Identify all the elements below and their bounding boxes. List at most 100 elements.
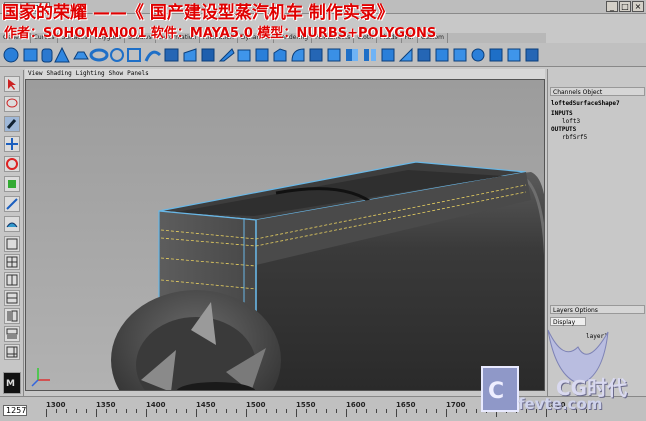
- time-tick-mark: [276, 409, 277, 413]
- torus-icon[interactable]: [89, 48, 109, 62]
- time-tick-mark: [76, 409, 77, 413]
- trim-icon[interactable]: [309, 48, 323, 62]
- time-tick-mark: [376, 409, 377, 413]
- sphere-icon[interactable]: [3, 47, 19, 63]
- hypershade-icon[interactable]: [525, 48, 539, 62]
- time-tick-label: 1700: [446, 401, 466, 409]
- revolve-icon[interactable]: [144, 50, 162, 62]
- rotate-tool-icon[interactable]: [4, 156, 20, 172]
- paint-select-tool-icon[interactable]: [4, 116, 20, 132]
- lasso-tool-icon[interactable]: [4, 96, 20, 112]
- loft-icon[interactable]: [164, 48, 179, 62]
- rebuild-icon[interactable]: [417, 48, 431, 62]
- time-tick-mark: [166, 409, 167, 413]
- layout-single-icon[interactable]: [4, 236, 20, 252]
- time-tick-mark: [386, 409, 387, 413]
- time-tick-mark: [246, 409, 247, 417]
- maximize-button[interactable]: □: [619, 1, 631, 12]
- cylinder-icon[interactable]: [41, 48, 53, 63]
- time-tick-mark: [126, 409, 127, 413]
- layout-stack-icon[interactable]: [4, 290, 20, 306]
- time-tick-mark: [176, 409, 177, 413]
- input-node[interactable]: loft3: [562, 118, 580, 125]
- window-buttons: _ □ ×: [606, 1, 644, 12]
- reverse-icon[interactable]: [435, 48, 449, 62]
- close-button[interactable]: ×: [632, 1, 644, 12]
- boundary-icon[interactable]: [237, 49, 251, 62]
- attach-icon[interactable]: [346, 49, 358, 61]
- time-tick-mark: [206, 409, 207, 413]
- bevel-icon[interactable]: [273, 48, 287, 62]
- time-tick-mark: [236, 409, 237, 413]
- time-tick-mark: [96, 409, 97, 417]
- time-tick-mark: [446, 409, 447, 417]
- layers-display-dropdown[interactable]: Display: [550, 317, 586, 326]
- time-tick-label: 1500: [246, 401, 266, 409]
- detach-icon[interactable]: [364, 49, 376, 61]
- layout-four-icon[interactable]: [4, 254, 20, 270]
- align-icon[interactable]: [381, 48, 395, 62]
- caption-title: 国家的荣耀 ——《 国产建设型蒸汽机车 制作实录》: [2, 3, 394, 23]
- shelf-icons: [3, 46, 539, 63]
- time-tick-mark: [216, 409, 217, 413]
- birail-icon[interactable]: [218, 48, 235, 62]
- channel-box: Channels Object loftedSurfaceShape7 INPU…: [547, 69, 646, 400]
- channel-box-header[interactable]: Channels Object: [550, 87, 645, 96]
- time-tick-mark: [456, 409, 457, 413]
- square-surface-icon[interactable]: [255, 48, 269, 62]
- time-tick-label: 1350: [96, 401, 116, 409]
- sculpt-icon[interactable]: [471, 48, 485, 62]
- viewport-menu-item[interactable]: Lighting: [76, 69, 105, 79]
- cube-icon[interactable]: [23, 48, 38, 62]
- circle-icon[interactable]: [110, 48, 124, 62]
- layout-persp-icon[interactable]: [4, 344, 20, 360]
- layers-header[interactable]: Layers Options: [550, 305, 645, 314]
- select-tool-icon[interactable]: [4, 76, 20, 92]
- viewport-menu-item[interactable]: Show: [109, 69, 123, 79]
- layer-item[interactable]: layer1: [586, 333, 608, 340]
- time-tick-mark: [516, 409, 517, 413]
- output-node[interactable]: rbfSrf5: [562, 134, 587, 141]
- viewport-menu-item[interactable]: View: [28, 69, 42, 79]
- time-tick-label: 1750: [496, 401, 516, 409]
- viewport-menu-item[interactable]: Shading: [46, 69, 71, 79]
- manipulator-tool-icon[interactable]: [4, 196, 20, 212]
- time-tick-mark: [266, 409, 267, 413]
- perspective-viewport[interactable]: [25, 79, 545, 391]
- layout-side-icon[interactable]: [4, 272, 20, 288]
- planar-icon[interactable]: [183, 48, 197, 62]
- time-tick-mark: [476, 409, 477, 413]
- svg-text:M: M: [6, 379, 15, 389]
- square-icon[interactable]: [127, 48, 141, 62]
- fillet-icon[interactable]: [291, 48, 305, 62]
- layout-graph-icon[interactable]: [4, 326, 20, 342]
- time-tick-mark: [486, 409, 487, 413]
- object-name[interactable]: loftedSurfaceShape7: [551, 100, 620, 107]
- time-tick-label: 1450: [196, 401, 216, 409]
- scale-tool-icon[interactable]: [4, 176, 20, 192]
- extrude-icon[interactable]: [201, 48, 215, 62]
- history-icon[interactable]: [489, 48, 503, 62]
- watermark-url: fevte.com: [518, 395, 603, 413]
- plane-icon[interactable]: [73, 51, 89, 60]
- time-tick-mark: [256, 409, 257, 413]
- minimize-button[interactable]: _: [606, 1, 618, 12]
- soft-mod-tool-icon[interactable]: [4, 216, 20, 232]
- time-tick-mark: [416, 409, 417, 413]
- toggle-icon[interactable]: [507, 48, 521, 62]
- offset-icon[interactable]: [453, 48, 467, 62]
- time-tick-mark: [326, 409, 327, 413]
- cone-icon[interactable]: [54, 46, 70, 63]
- start-frame-field[interactable]: 1257: [3, 405, 27, 416]
- layout-outliner-icon[interactable]: [4, 308, 20, 324]
- move-tool-icon[interactable]: [4, 136, 20, 152]
- time-tick-mark: [436, 409, 437, 413]
- time-tick-mark: [316, 409, 317, 413]
- time-tick-mark: [466, 409, 467, 413]
- untrim-icon[interactable]: [327, 48, 341, 62]
- time-tick-label: 1300: [46, 401, 66, 409]
- stitch-icon[interactable]: [398, 47, 413, 62]
- time-tick-mark: [116, 409, 117, 413]
- viewport-menu-item[interactable]: Panels: [127, 69, 149, 79]
- time-tick-mark: [506, 409, 507, 413]
